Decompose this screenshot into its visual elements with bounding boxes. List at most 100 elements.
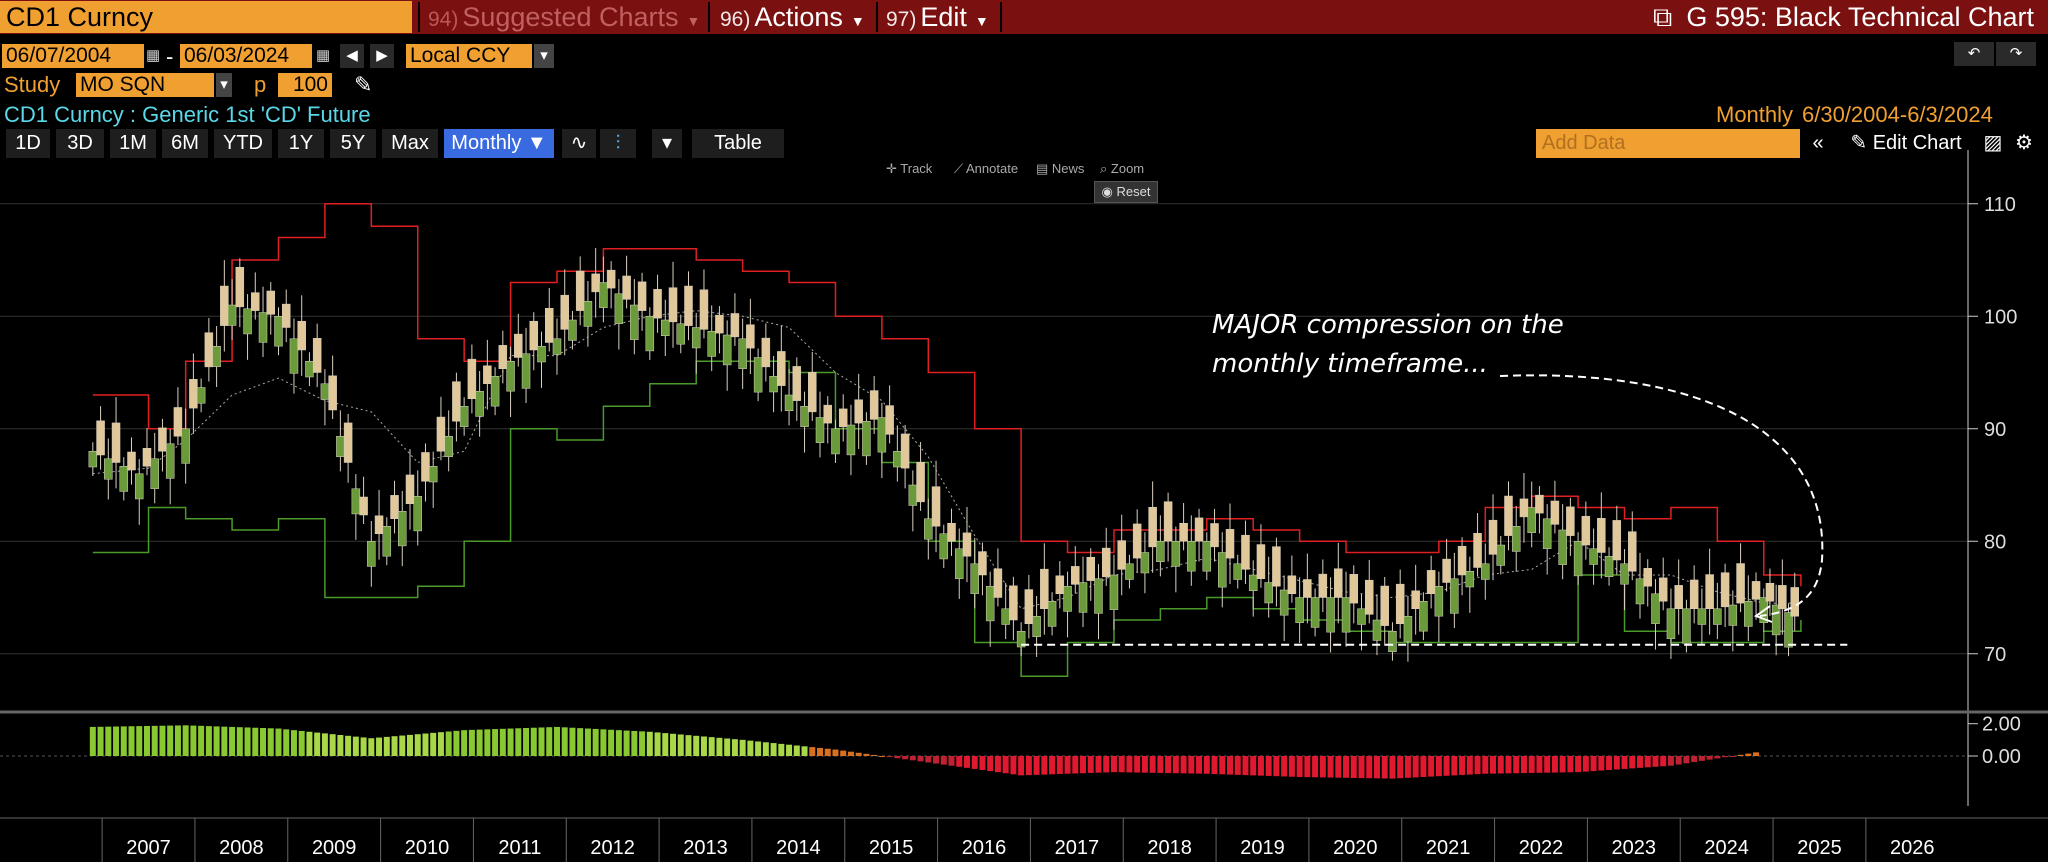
- histogram-bar: [700, 736, 707, 756]
- candle-body: [243, 308, 252, 335]
- candle-body: [537, 346, 546, 363]
- histogram-bar: [1002, 756, 1009, 774]
- actions-menu[interactable]: 96) Actions ▼: [720, 0, 865, 34]
- prev-period-button[interactable]: ◀: [340, 44, 364, 68]
- histogram-bar: [89, 726, 96, 756]
- candlestick-icon[interactable]: ⫶: [600, 129, 636, 158]
- annotate-tool[interactable]: ⟋ Annotate: [954, 161, 1018, 177]
- candle-body: [769, 376, 778, 393]
- chart-settings-icon[interactable]: ▨: [1980, 129, 2006, 158]
- tab-1m[interactable]: 1M: [110, 129, 156, 158]
- study-select[interactable]: MO SQN: [76, 73, 214, 97]
- candle-body: [1705, 574, 1714, 609]
- candle-body: [1101, 547, 1111, 578]
- calendar-icon[interactable]: ▦: [146, 44, 160, 68]
- gear-icon[interactable]: ⚙: [2010, 129, 2038, 158]
- histogram-bar: [863, 753, 870, 756]
- histogram-bar: [685, 735, 692, 756]
- candle-body: [428, 466, 438, 483]
- period-select[interactable]: Monthly ▼: [444, 129, 554, 158]
- chevron-down-icon: ▼: [686, 13, 701, 29]
- next-period-button[interactable]: ▶: [370, 44, 394, 68]
- candle-body: [668, 287, 678, 323]
- histogram-bar: [1551, 756, 1558, 773]
- undo-button[interactable]: ↶: [1954, 42, 1994, 66]
- start-date-field[interactable]: 06/07/2004: [2, 44, 144, 68]
- add-data-input[interactable]: Add Data: [1536, 129, 1800, 158]
- end-date-field[interactable]: 06/03/2024: [180, 44, 312, 68]
- histogram-bar: [600, 729, 607, 756]
- histogram-bar: [1606, 756, 1613, 770]
- histogram-bar: [855, 752, 862, 756]
- histogram-bar: [1188, 756, 1195, 774]
- candle-body: [630, 304, 639, 340]
- news-tool[interactable]: ▤ News: [1036, 161, 1084, 177]
- histogram-bar: [1350, 756, 1357, 778]
- candle-body: [1318, 573, 1328, 598]
- histogram-bar: [143, 725, 150, 756]
- histogram-bar: [407, 734, 413, 756]
- histogram-bar: [1273, 756, 1280, 777]
- candle-body: [730, 313, 740, 338]
- histogram-bar: [639, 731, 646, 756]
- tab-3d[interactable]: 3D: [56, 129, 104, 158]
- currency-select[interactable]: Local CCY: [406, 44, 532, 68]
- edit-chart-button[interactable]: ✎ Edit Chart: [1836, 129, 1976, 158]
- candle-body: [676, 323, 686, 345]
- tab-max[interactable]: Max: [382, 129, 438, 158]
- histogram-bar: [1257, 756, 1264, 776]
- annotation-lines: [1021, 374, 1848, 646]
- redo-button[interactable]: ↷: [1996, 42, 2036, 66]
- p-field[interactable]: 100: [278, 73, 332, 97]
- tab-1d[interactable]: 1D: [6, 129, 50, 158]
- edit-menu[interactable]: 97) Edit ▼: [886, 0, 989, 34]
- candle-body: [908, 484, 918, 506]
- histogram-bar: [1389, 756, 1396, 779]
- candle-body: [1264, 582, 1273, 604]
- candle-body: [1771, 604, 1781, 636]
- histogram-bar: [1621, 756, 1628, 769]
- track-tool[interactable]: ✛ Track: [886, 161, 932, 177]
- ticker-field[interactable]: CD1 Curncy: [0, 1, 412, 33]
- reset-button[interactable]: ◉ Reset: [1094, 181, 1158, 203]
- tab-1y[interactable]: 1Y: [278, 129, 324, 158]
- chevron-down-icon[interactable]: ▾: [534, 44, 554, 68]
- suggested-charts-menu[interactable]: 94) Suggested Charts ▼: [428, 0, 700, 34]
- candle-body: [258, 312, 268, 343]
- collapse-icon[interactable]: «: [1804, 129, 1832, 158]
- histogram-bar: [1234, 756, 1241, 775]
- table-button[interactable]: Table: [692, 129, 784, 158]
- chevron-down-icon[interactable]: ▾: [216, 73, 232, 97]
- histogram-bar: [260, 728, 267, 756]
- line-chart-icon[interactable]: ∿: [562, 129, 596, 158]
- popout-icon[interactable]: ⧉: [1653, 2, 1672, 32]
- histogram-bar: [391, 736, 398, 756]
- calendar-icon[interactable]: ▦: [316, 44, 330, 68]
- candle-body: [436, 416, 446, 452]
- pencil-icon[interactable]: ✎: [354, 72, 372, 98]
- tab-6m[interactable]: 6M: [162, 129, 208, 158]
- candle-body: [367, 541, 376, 567]
- candle-body: [1372, 619, 1382, 641]
- histogram-bar: [840, 750, 847, 756]
- histogram-bar: [1412, 756, 1419, 778]
- candle-body: [1635, 578, 1645, 605]
- candle-body: [637, 281, 647, 311]
- candle-body: [297, 320, 306, 351]
- candle-body: [1349, 574, 1359, 604]
- x-tick-label: 2011: [498, 837, 541, 859]
- candle-body: [885, 405, 894, 435]
- tab-ytd[interactable]: YTD: [214, 129, 272, 158]
- candle-body: [1194, 517, 1204, 542]
- candle-body: [1071, 566, 1080, 585]
- zoom-tool[interactable]: ⌕ Zoom: [1100, 161, 1144, 177]
- histogram-bar: [1520, 756, 1527, 774]
- candle-body: [490, 376, 500, 407]
- histogram-bar: [584, 728, 591, 756]
- candle-body: [1457, 545, 1467, 576]
- chevron-down-icon[interactable]: ▾: [652, 129, 682, 158]
- candle-body: [684, 285, 693, 326]
- tab-5y[interactable]: 5Y: [330, 129, 376, 158]
- annotation-line-2: monthly timeframe...: [1212, 349, 1488, 379]
- candle-body: [1550, 500, 1560, 525]
